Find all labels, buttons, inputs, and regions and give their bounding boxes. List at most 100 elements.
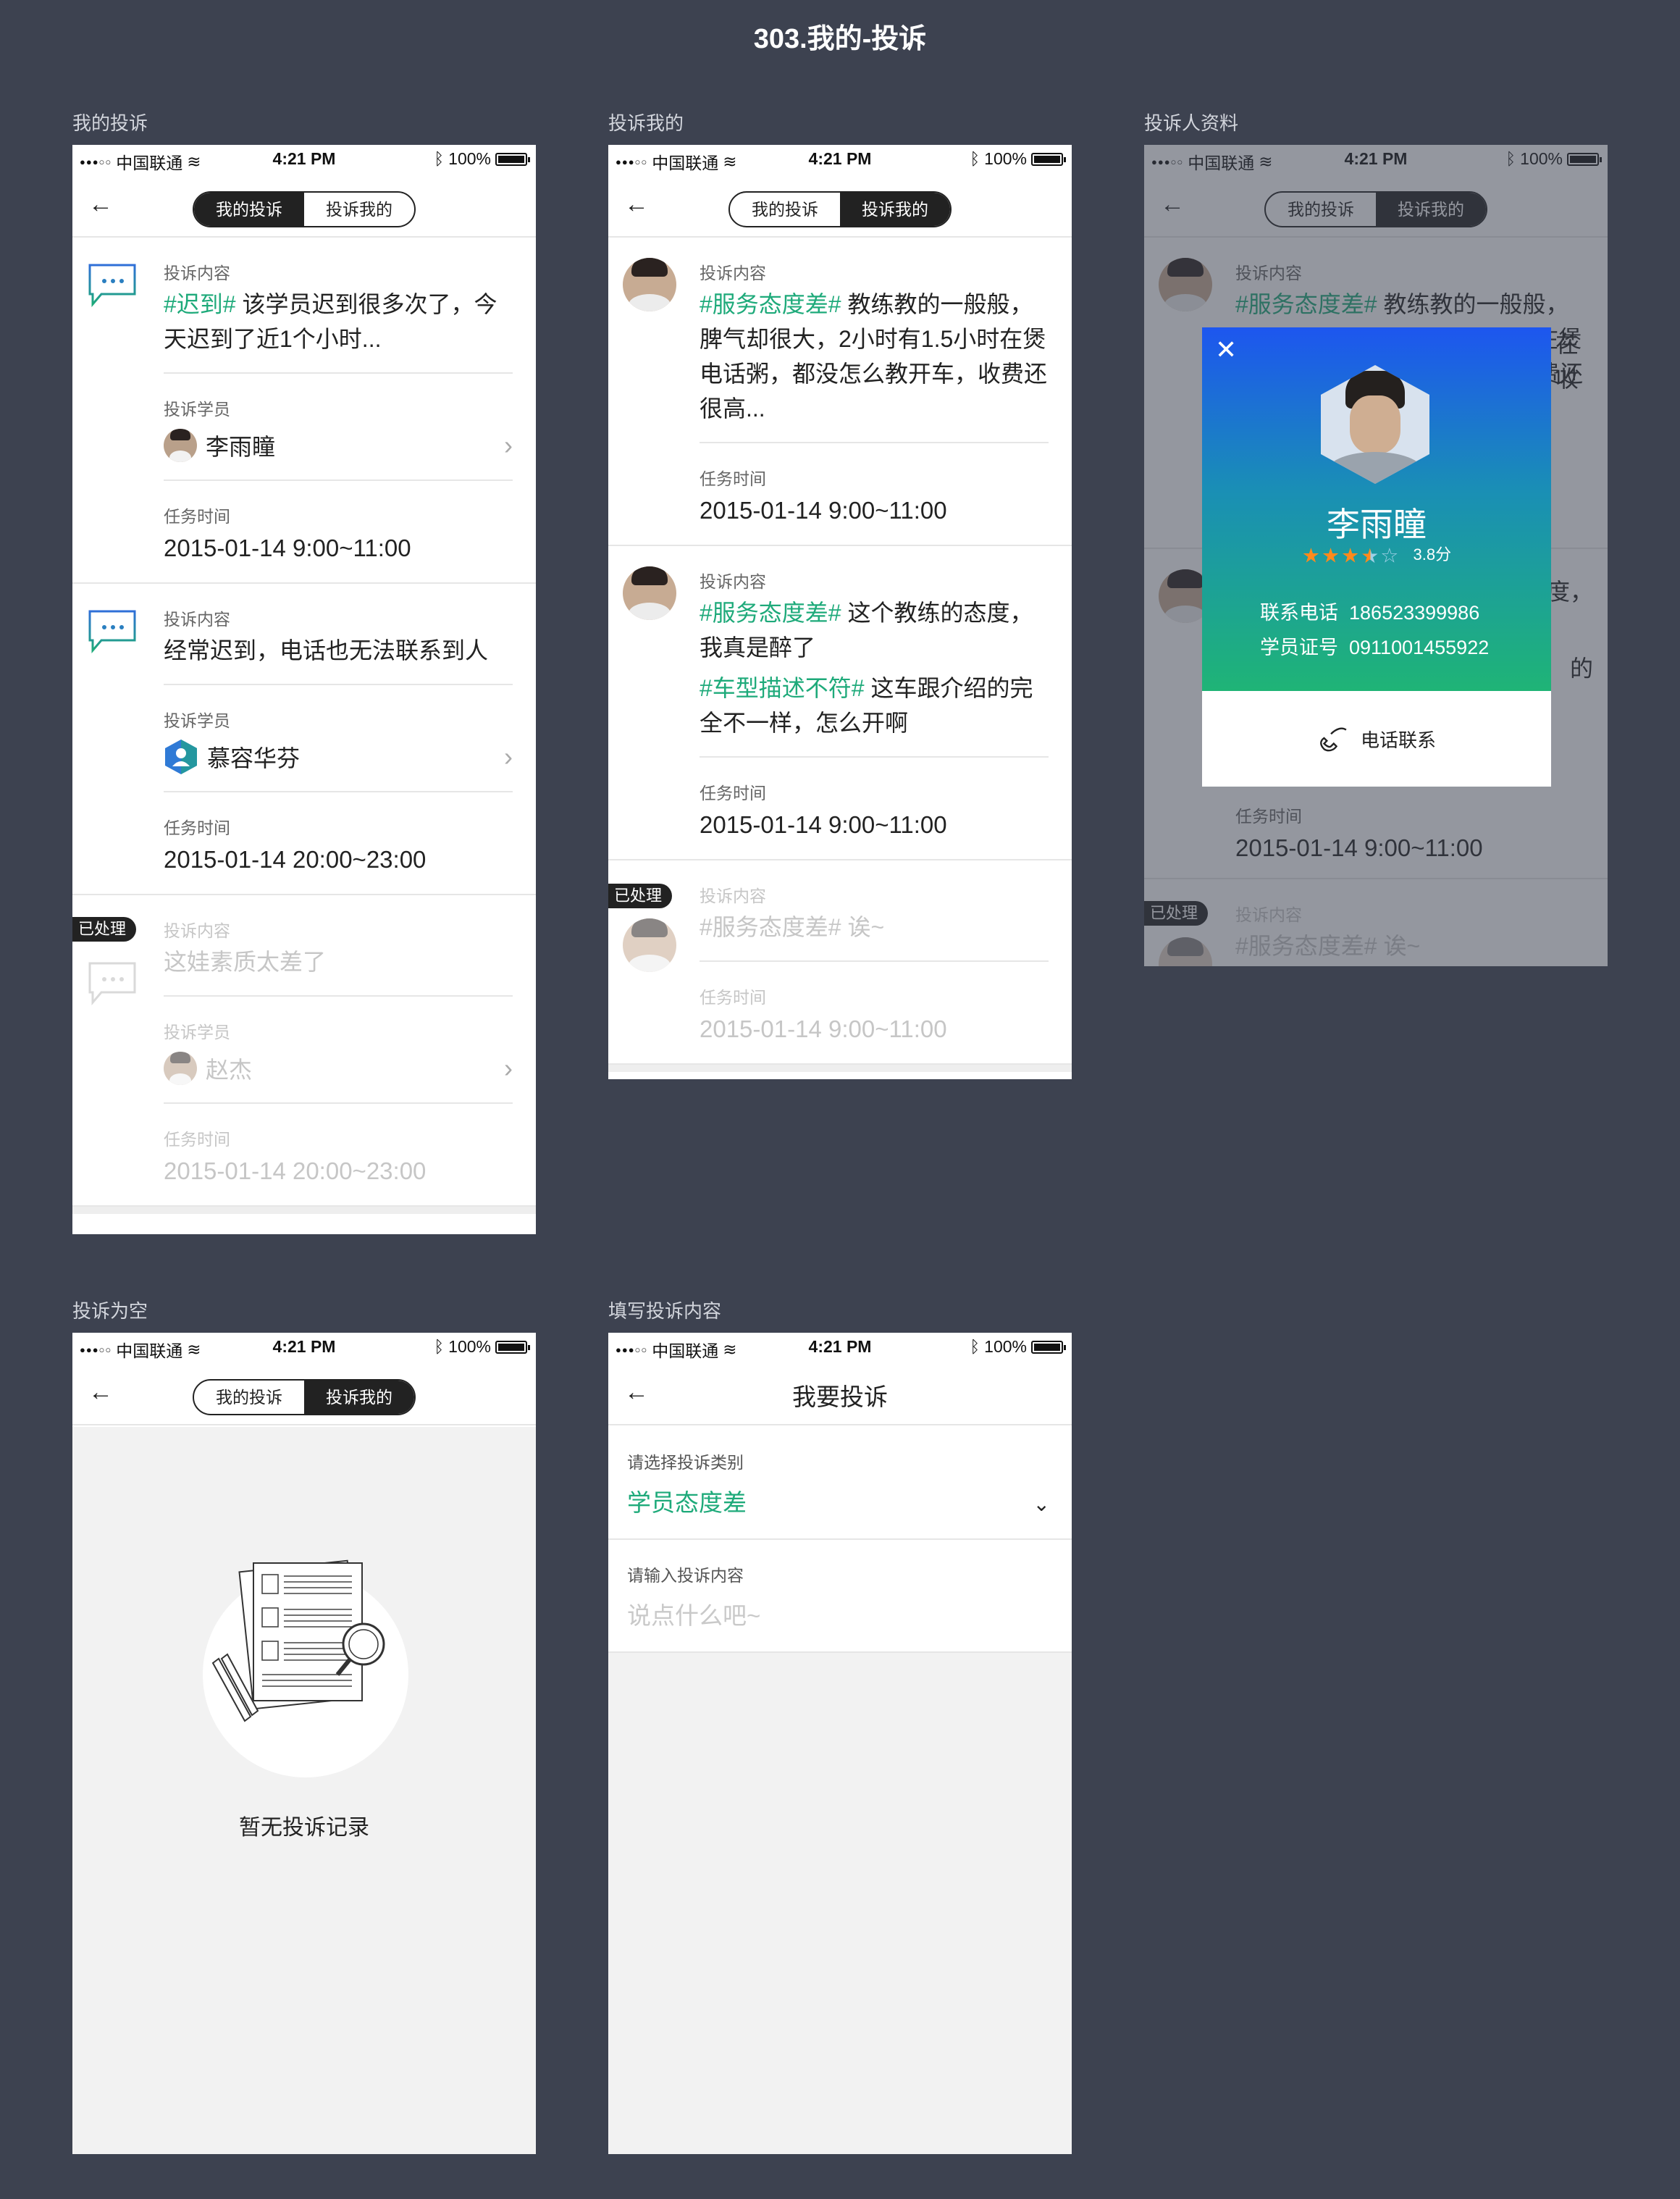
list-item[interactable]: 已处理 投诉内容 #服务态度差# 诶~ 任务时间 2015-01-14 9:00… xyxy=(608,860,1072,1065)
complaint-content-field[interactable]: 请输入投诉内容 说点什么吧~ xyxy=(608,1540,1072,1653)
bluetooth-icon: ᛒ xyxy=(434,1337,445,1356)
battery-text: 100% xyxy=(984,1337,1027,1356)
tab-my-complaints[interactable]: 我的投诉 xyxy=(194,1381,304,1414)
task-time: 2015-01-14 9:00~11:00 xyxy=(700,1015,947,1042)
student-name: 慕容华芬 xyxy=(207,745,301,771)
student-row[interactable]: 赵杰 › xyxy=(164,1050,513,1086)
profile-avatar xyxy=(1321,365,1429,484)
student-label: 投诉学员 xyxy=(164,400,230,419)
task-time: 2015-01-14 9:00~11:00 xyxy=(700,811,947,838)
complaint-text: #服务态度差# 诶~ xyxy=(700,910,1049,944)
screen-label-form: 填写投诉内容 xyxy=(608,1300,722,1322)
battery-icon xyxy=(495,1340,530,1354)
student-row[interactable]: 慕容华芬 › xyxy=(164,739,513,775)
task-time-label: 任务时间 xyxy=(700,988,766,1007)
phone-empty: ●●●○○中国联通≋ 4:21 PM ᛒ100% ← 我的投诉 投诉我的 xyxy=(72,1333,536,2154)
complaint-text: #服务态度差# 这个教练的态度，我真是醉了 xyxy=(700,595,1049,665)
type-label: 请选择投诉类别 xyxy=(627,1453,744,1472)
list-item[interactable]: 已处理 投诉内容 这娃素质太差了 投诉学员 赵杰 › 任务时间 2015-01-1… xyxy=(72,895,536,1207)
document-magnifier-icon xyxy=(211,1559,385,1722)
back-arrow-icon[interactable]: ← xyxy=(88,1378,113,1407)
star-rating-icon: ★★★★☆ xyxy=(1301,544,1400,567)
profile-card: ✕ 李雨瞳 ★★★★☆ 3.8分 联系电话 186523399986 学员证号 … xyxy=(1202,327,1551,787)
phone-complaint-form: ●●●○○ 中国联通 ≋ 4:21 PM ᛒ 100% ← 我要投诉 请选择投诉类别 … xyxy=(608,1333,1072,2154)
back-arrow-icon[interactable]: ← xyxy=(88,190,113,219)
complaint-text: 这娃素质太差了 xyxy=(164,949,327,975)
complaint-body: 诶~ xyxy=(841,914,885,940)
complaint-tag: #服务态度差# xyxy=(700,600,841,626)
tab-my-complaints[interactable]: 我的投诉 xyxy=(730,193,840,226)
complaint-tag: #服务态度差# xyxy=(700,914,841,940)
content-label: 投诉内容 xyxy=(164,610,230,629)
empty-state: 暂无投诉记录 xyxy=(72,1427,536,2154)
battery-text: 100% xyxy=(984,149,1027,168)
back-arrow-icon[interactable]: ← xyxy=(624,190,649,219)
list-item[interactable]: 投诉内容 #迟到# 该学员迟到很多次了，今天迟到了近1个小时... 投诉学员 李… xyxy=(72,238,536,584)
call-label: 电话联系 xyxy=(1360,729,1436,751)
phone-label: 联系电话 xyxy=(1260,602,1338,624)
segmented-control: 我的投诉 投诉我的 xyxy=(193,1379,416,1415)
tab-complaints-about-me[interactable]: 投诉我的 xyxy=(304,1381,414,1414)
tab-my-complaints[interactable]: 我的投诉 xyxy=(194,193,304,226)
avatar xyxy=(623,258,676,311)
rating-text: 3.8分 xyxy=(1413,545,1452,564)
status-bar: ●●●○○中国联通≋ 4:21 PM ᛒ100% xyxy=(608,145,1072,174)
complaint-tag-2: #车型描述不符# xyxy=(700,675,865,701)
student-row[interactable]: 李雨瞳 › xyxy=(164,427,513,464)
student-name: 赵杰 xyxy=(206,1057,253,1083)
content-label: 投诉内容 xyxy=(164,264,230,282)
content-label: 投诉内容 xyxy=(700,264,766,282)
avatar xyxy=(164,1052,197,1085)
list-item[interactable]: 投诉内容 经常迟到，电话也无法联系到人 投诉学员 慕容华芬 › 任务时间 2015… xyxy=(72,584,536,895)
task-time-label: 任务时间 xyxy=(700,784,766,803)
segmented-control: 我的投诉 投诉我的 xyxy=(193,191,416,227)
task-time-label: 任务时间 xyxy=(700,469,766,488)
task-time: 2015-01-14 9:00~11:00 xyxy=(164,535,411,561)
complaint-text: #迟到# 该学员迟到很多次了，今天迟到了近1个小时... xyxy=(164,287,513,356)
bluetooth-icon: ᛒ xyxy=(970,149,980,168)
student-name: 李雨瞳 xyxy=(206,434,276,460)
phone-icon xyxy=(1320,727,1347,752)
list-item[interactable]: 投诉内容 #服务态度差# 教练教的一般般，脾气却很大，2小时有1.5小时在煲电话… xyxy=(608,238,1072,546)
screen-label-empty: 投诉为空 xyxy=(72,1300,148,1322)
content-label: 投诉内容 xyxy=(700,572,766,591)
task-time: 2015-01-14 9:00~11:00 xyxy=(700,497,947,524)
student-id-value: 0911001455922 xyxy=(1349,637,1490,658)
task-time-label: 任务时间 xyxy=(164,507,230,526)
rating-row: ★★★★☆ 3.8分 xyxy=(1202,542,1551,568)
complaint-tag: #迟到# xyxy=(164,291,236,317)
bluetooth-icon: ᛒ xyxy=(970,1337,980,1356)
chevron-down-icon: ⌄ xyxy=(1033,1493,1050,1515)
chevron-right-icon: › xyxy=(504,1053,513,1083)
processed-badge: 已处理 xyxy=(608,884,673,908)
task-time: 2015-01-14 20:00~23:00 xyxy=(164,1157,427,1184)
call-button[interactable]: 电话联系 xyxy=(1202,691,1551,787)
status-bar: ●●●○○中国联通≋ 4:21 PM ᛒ100% xyxy=(608,1333,1072,1362)
student-label: 投诉学员 xyxy=(164,711,230,730)
type-value: 学员态度差 xyxy=(627,1489,747,1516)
chat-bubble-icon xyxy=(88,264,136,307)
chevron-right-icon: › xyxy=(504,742,513,771)
page-heading: 我要投诉 xyxy=(792,1383,888,1410)
close-icon[interactable]: ✕ xyxy=(1215,335,1237,365)
complaint-type-select[interactable]: 请选择投诉类别 学员态度差 ⌄ xyxy=(608,1427,1072,1540)
status-bar: ●●●○○中国联通≋ 4:21 PM ᛒ100% xyxy=(72,1333,536,1362)
screen-label-my-complaints: 我的投诉 xyxy=(72,112,148,134)
phone-profile: ●●●○○中国联通≋ 4:21 PM ᛒ100% ← 我的投诉 投诉我的 投诉内… xyxy=(1144,145,1608,966)
tab-complaints-about-me[interactable]: 投诉我的 xyxy=(840,193,950,226)
content-input-label: 请输入投诉内容 xyxy=(627,1566,744,1585)
tab-complaints-about-me[interactable]: 投诉我的 xyxy=(304,193,414,226)
student-label: 投诉学员 xyxy=(164,1023,230,1042)
phone-value: 186523399986 xyxy=(1349,602,1480,624)
battery-icon xyxy=(495,152,530,166)
battery-icon xyxy=(1031,1340,1066,1354)
list-item[interactable]: 投诉内容 #服务态度差# 这个教练的态度，我真是醉了 #车型描述不符# 这车跟介… xyxy=(608,546,1072,860)
status-bar: ●●●○○中国联通≋ 4:21 PM ᛒ100% xyxy=(72,145,536,174)
content-placeholder[interactable]: 说点什么吧~ xyxy=(627,1596,1053,1651)
phone-complaints-about-me: ●●●○○ 中国联通 ≋ 4:21 PM ᛒ 100% ← 我的投诉 投诉我的 投诉内… xyxy=(608,145,1072,1079)
task-time-label: 任务时间 xyxy=(164,818,230,837)
chat-bubble-icon xyxy=(88,962,136,1005)
nav-bar: ← 我的投诉 投诉我的 xyxy=(608,174,1072,238)
battery-icon xyxy=(1031,152,1066,166)
profile-name: 李雨瞳 xyxy=(1327,506,1427,543)
